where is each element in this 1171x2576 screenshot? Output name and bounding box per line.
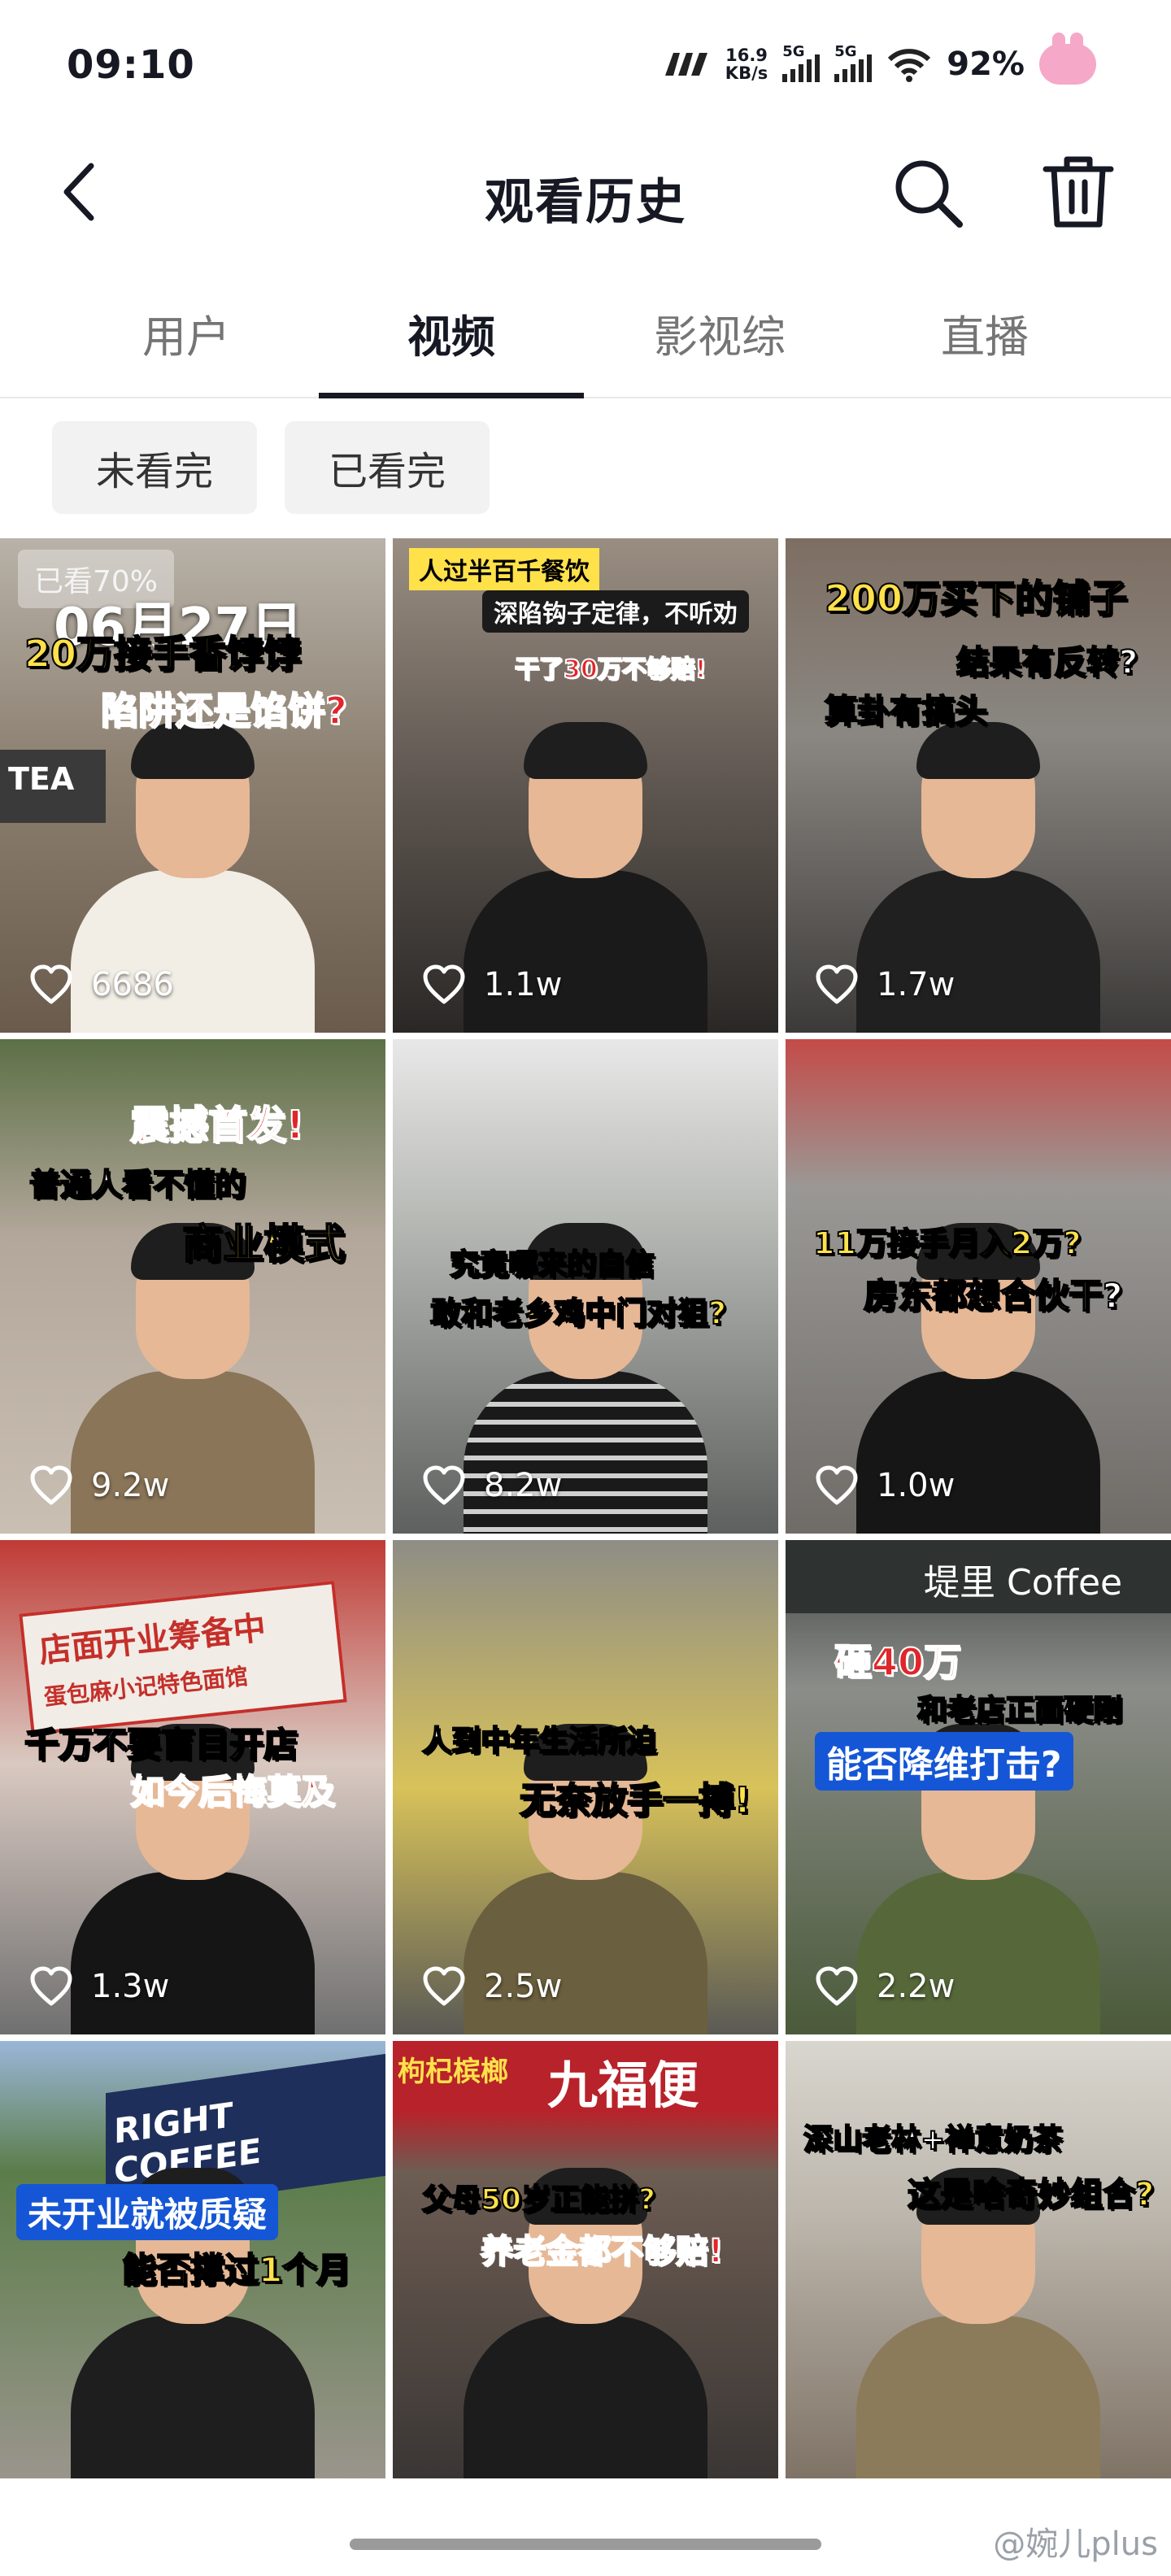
video-card[interactable]: 枸杞槟榔 九福便 父母50岁正能拼? 养老金都不够赔!: [393, 2041, 778, 2478]
video-caption: 人到中年生活所迫: [421, 1724, 657, 1759]
video-caption: 无奈放手一搏!: [519, 1779, 751, 1822]
like-count: 8.2w: [422, 1465, 562, 1506]
status-icons: 16.9 KB/s 5G 5G 92%: [662, 33, 1096, 93]
home-indicator[interactable]: [350, 2539, 821, 2550]
video-card[interactable]: TEA 已看70% 06月27日 20万接手香饽饽 陷阱还是馅饼? 6686: [0, 538, 385, 1033]
heart-icon: [816, 1465, 858, 1505]
video-card[interactable]: 深山老林+禅意奶茶 这是啥奇妙组合?: [786, 2041, 1171, 2478]
video-grid: TEA 已看70% 06月27日 20万接手香饽饽 陷阱还是馅饼? 6686 人…: [0, 538, 1171, 2522]
video-caption: 人过半百千餐饮: [409, 548, 599, 590]
nfc-icon: [664, 53, 707, 76]
video-caption: 如今后悔莫及: [129, 1771, 336, 1812]
like-count: 2.5w: [422, 1966, 562, 2007]
video-card[interactable]: 人过半百千餐饮 深陷钩子定律，不听劝 干了30万不够赔! 1.1w: [393, 538, 778, 1033]
heart-icon: [423, 1465, 465, 1505]
active-tab-indicator: [319, 393, 584, 398]
filter-unfinished[interactable]: 未看完: [52, 421, 257, 514]
like-count: 1.7w: [815, 964, 955, 1005]
like-count: 1.3w: [29, 1966, 169, 2007]
tab-bar: 用户 视频 影视综 直播: [0, 285, 1171, 398]
video-card[interactable]: RIGHT COFFEE 未开业就被质疑 能否撑过1个月: [0, 2041, 385, 2478]
wifi-icon: [888, 49, 931, 82]
video-caption: 能否撑过1个月: [121, 2249, 351, 2291]
video-card[interactable]: 究竟哪来的自信 敢和老乡鸡中门对狙? 8.2w: [393, 1039, 778, 1534]
video-caption: 震撼首发!: [129, 1102, 305, 1149]
tab-videos[interactable]: 视频: [317, 301, 586, 365]
like-count: 2.2w: [815, 1966, 955, 2007]
like-count: 9.2w: [29, 1465, 169, 1506]
video-caption: 算卦有搞头: [824, 692, 988, 731]
filter-chips: 未看完 已看完: [52, 421, 490, 514]
video-caption: 干了30万不够赔!: [514, 655, 707, 685]
video-card[interactable]: 人到中年生活所迫 无奈放手一搏! 2.5w: [393, 1540, 778, 2034]
heart-icon: [30, 1966, 72, 2006]
filter-finished[interactable]: 已看完: [285, 421, 490, 514]
video-card[interactable]: 店面开业筹备中 蛋包麻小记特色面馆 千万不要盲目开店 如今后悔莫及 1.3w: [0, 1540, 385, 2034]
page-title: 观看历史: [485, 174, 686, 231]
video-caption: 砸40万: [834, 1639, 962, 1685]
video-caption: 未开业就被质疑: [16, 2184, 279, 2240]
like-count: 6686: [29, 964, 174, 1005]
video-caption: 普通人看不懂的: [28, 1166, 246, 1203]
heart-icon: [423, 1966, 465, 2006]
shop-sign: 枸杞槟榔: [398, 2056, 508, 2088]
video-caption: 商业模式: [181, 1220, 346, 1268]
heart-icon: [816, 1966, 858, 2006]
watermark: @婉儿plus: [993, 2526, 1158, 2563]
video-card[interactable]: 堤里 Coffee 砸40万 和老店正面硬刚 能否降维打击? 2.2w: [786, 1540, 1171, 2034]
video-caption: 深山老林+禅意奶茶: [803, 2122, 1063, 2157]
tab-live[interactable]: 直播: [851, 301, 1119, 365]
heart-icon: [816, 964, 858, 1004]
video-caption: 敢和老乡鸡中门对狙?: [429, 1295, 727, 1332]
video-caption: 深陷钩子定律，不听劝: [482, 590, 749, 633]
video-card[interactable]: 震撼首发! 普通人看不懂的 商业模式 9.2w: [0, 1039, 385, 1534]
signal-icon: 5G: [834, 43, 873, 82]
heart-icon: [30, 964, 72, 1004]
video-caption: 这是啥奇妙组合?: [907, 2175, 1155, 2214]
video-caption: 房东都想合伙干?: [863, 1275, 1123, 1316]
search-icon[interactable]: [891, 156, 966, 231]
header: 观看历史: [0, 130, 1171, 256]
shop-sign: 堤里 Coffee: [786, 1540, 1171, 1613]
bunny-avatar-icon: [1039, 33, 1096, 85]
video-caption: 和老店正面硬刚: [916, 1693, 1123, 1728]
trash-icon[interactable]: [1041, 153, 1116, 231]
shop-sign: 九福便: [547, 2056, 699, 2115]
network-speed: 16.9 KB/s: [725, 46, 768, 83]
like-count: 1.1w: [422, 964, 562, 1005]
heart-icon: [30, 1465, 72, 1505]
video-caption: 千万不要盲目开店: [24, 1724, 298, 1765]
battery-level: 92%: [947, 46, 1025, 83]
tab-users[interactable]: 用户: [52, 301, 320, 365]
video-card[interactable]: 200万买下的铺子 结果有反转? 算卦有搞头 1.7w: [786, 538, 1171, 1033]
heart-icon: [423, 964, 465, 1004]
status-bar: 09:10 16.9 KB/s 5G 5G 92%: [0, 0, 1171, 130]
like-count: 1.0w: [815, 1465, 955, 1506]
video-caption: 11万接手月入2万?: [812, 1225, 1082, 1262]
video-caption: 20万接手香饽饽: [24, 631, 302, 677]
video-caption: 能否降维打击?: [815, 1732, 1073, 1791]
video-caption: 陷阱还是馅饼?: [100, 688, 348, 733]
video-card[interactable]: 11万接手月入2万? 房东都想合伙干? 1.0w: [786, 1039, 1171, 1534]
video-caption: 养老金都不够赔!: [480, 2232, 724, 2271]
video-caption: 究竟哪来的自信: [449, 1247, 655, 1282]
video-caption: 父母50岁正能拼?: [421, 2182, 656, 2217]
status-time: 09:10: [67, 42, 195, 88]
video-caption: 结果有反转?: [956, 643, 1138, 682]
tab-film-tv[interactable]: 影视综: [586, 301, 854, 365]
video-caption: 200万买下的铺子: [824, 576, 1128, 621]
signal-icon: 5G: [782, 43, 821, 82]
